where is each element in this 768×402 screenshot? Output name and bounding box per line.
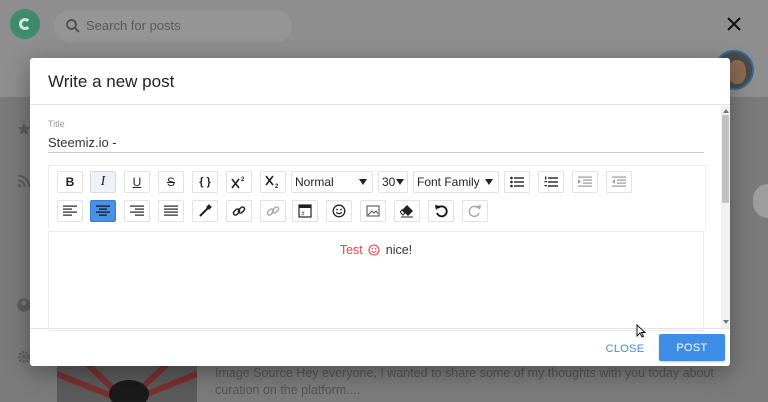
font-size-select[interactable]: 30 [378, 171, 408, 193]
smiley-icon [332, 204, 346, 218]
divider [30, 104, 730, 105]
embed-icon: #_ [298, 204, 312, 218]
subscript-button[interactable]: 2 [260, 171, 286, 193]
underline-button[interactable]: U [124, 171, 150, 193]
link-icon [232, 206, 246, 216]
block-type-select[interactable]: Normal [291, 171, 373, 193]
outdent-button[interactable] [606, 171, 632, 193]
scroll-down-arrow-icon[interactable] [723, 320, 729, 324]
undo-icon [435, 205, 448, 218]
svg-text:2: 2 [241, 177, 245, 183]
title-field[interactable]: Steemiz.io - [48, 135, 117, 150]
bullet-list-icon [510, 176, 524, 188]
editor-content[interactable]: Test nice! [48, 231, 704, 331]
post-button[interactable]: POST [659, 334, 725, 361]
editor-text: nice! [385, 243, 413, 257]
ordered-list-button[interactable] [538, 171, 564, 193]
align-justify-button[interactable] [158, 200, 184, 222]
align-center-icon [96, 205, 110, 216]
color-picker-button[interactable] [192, 200, 218, 222]
divider [30, 328, 730, 329]
svg-text:#_: #_ [301, 212, 308, 218]
emoji-button[interactable] [326, 200, 352, 222]
post-snippet[interactable]: Image Source Hey everyone, I wanted to s… [215, 365, 715, 399]
unlink-button[interactable] [260, 200, 286, 222]
numbered-list-icon [544, 176, 558, 187]
chevron-down-icon [359, 179, 367, 185]
chevron-down-icon [485, 179, 493, 185]
undo-button[interactable] [428, 200, 454, 222]
mouse-cursor-icon [636, 324, 646, 338]
dialog-title: Write a new post [48, 72, 175, 91]
editor-toolbar: B I U S { } 2 2 Normal 30 Font Family #_ [48, 165, 706, 228]
block-type-value: Normal [295, 175, 334, 189]
superscript-button[interactable]: 2 [226, 171, 252, 193]
bold-button[interactable]: B [57, 171, 83, 193]
strikethrough-button[interactable]: S [158, 171, 184, 193]
image-button[interactable] [360, 200, 386, 222]
font-family-value: Font Family [417, 175, 480, 189]
align-right-button[interactable] [124, 200, 150, 222]
write-post-dialog: Write a new post Title Steemiz.io - B I … [30, 58, 730, 366]
chevron-down-icon [396, 179, 404, 185]
align-right-icon [130, 205, 144, 216]
subscript-icon: 2 [265, 175, 279, 189]
editor-line: Test nice! [49, 243, 703, 257]
align-left-button[interactable] [57, 200, 83, 222]
smiley-emoji-icon [368, 244, 380, 256]
eraser-icon [400, 205, 413, 218]
scroll-up-arrow-icon[interactable] [723, 109, 729, 113]
redo-button[interactable] [462, 200, 488, 222]
post-thumbnail[interactable] [57, 364, 197, 402]
title-field-underline [48, 152, 704, 153]
eyedropper-icon [199, 204, 212, 217]
align-center-button[interactable] [90, 200, 116, 222]
close-icon[interactable] [724, 14, 744, 34]
title-field-label: Title [48, 119, 65, 129]
editor-text-red: Test [339, 243, 363, 257]
italic-button[interactable]: I [90, 171, 116, 193]
embed-button[interactable]: #_ [292, 200, 318, 222]
side-drawer-handle[interactable] [753, 184, 768, 218]
indent-button[interactable] [572, 171, 598, 193]
search-icon [66, 19, 80, 33]
code-button[interactable]: { } [192, 171, 218, 193]
link-button[interactable] [226, 200, 252, 222]
search-input[interactable]: Search for posts [54, 10, 292, 42]
unlink-icon [266, 206, 280, 216]
font-size-value: 30 [382, 175, 396, 189]
indent-icon [578, 176, 592, 187]
close-button[interactable]: CLOSE [600, 338, 650, 360]
dialog-scrollbar[interactable] [721, 106, 730, 328]
search-placeholder: Search for posts [86, 18, 181, 33]
align-justify-icon [164, 205, 178, 216]
clear-format-button[interactable] [394, 200, 420, 222]
align-left-icon [63, 205, 77, 216]
redo-icon [468, 205, 481, 218]
outdent-icon [612, 176, 626, 187]
svg-text:2: 2 [275, 184, 279, 189]
unordered-list-button[interactable] [504, 171, 530, 193]
scroll-thumb[interactable] [722, 115, 729, 203]
image-icon [366, 205, 380, 217]
font-family-select[interactable]: Font Family [413, 171, 499, 193]
app-logo[interactable] [10, 9, 40, 39]
superscript-icon: 2 [231, 177, 245, 189]
